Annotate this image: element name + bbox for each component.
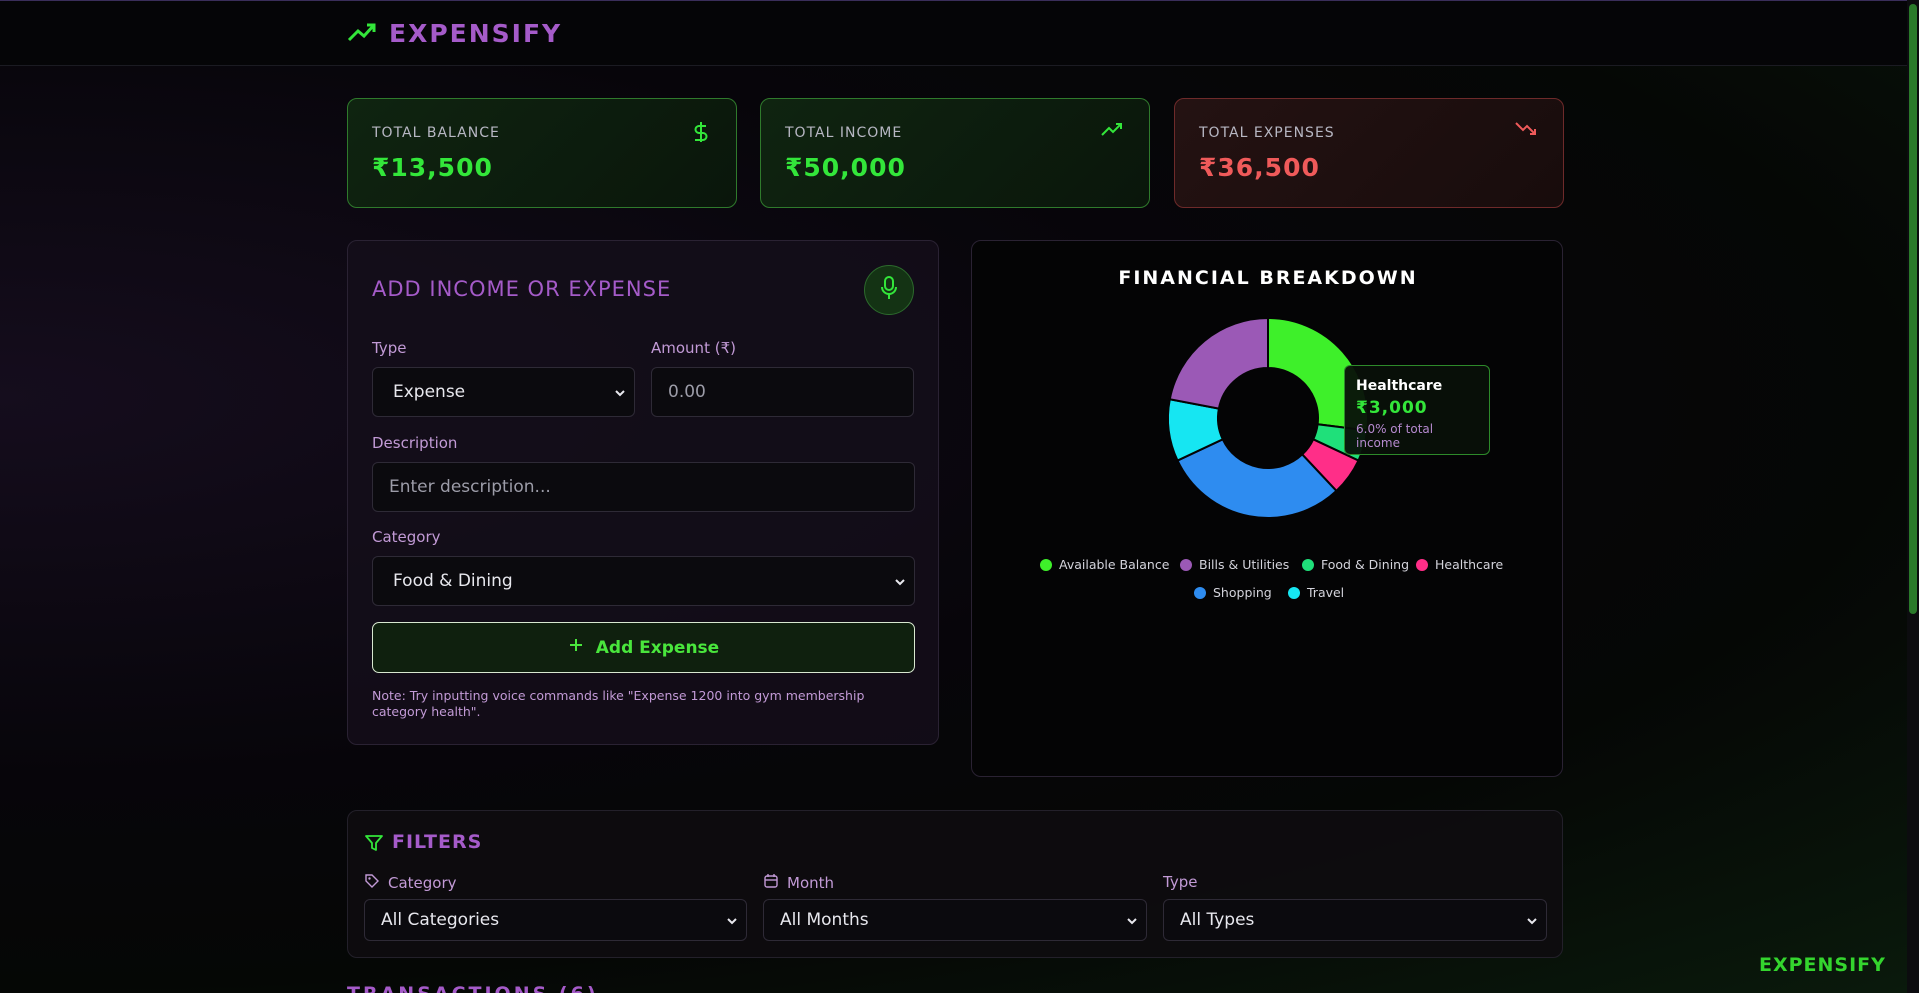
total-income-card: TOTAL INCOME ₹50,000 (760, 98, 1150, 208)
type-filter-value: All Types (1180, 910, 1255, 930)
trending-up-icon (347, 21, 377, 47)
voice-input-button[interactable] (864, 265, 914, 315)
description-input[interactable]: Enter description... (372, 462, 915, 512)
filter-category-label: Category (364, 873, 457, 893)
type-value: Expense (393, 382, 466, 402)
legend-swatch (1288, 586, 1300, 599)
chevron-down-icon (726, 913, 738, 933)
filter-type-text: Type (1163, 873, 1198, 891)
stat-label: TOTAL INCOME (785, 125, 903, 141)
type-filter-select[interactable]: All Types (1163, 899, 1547, 941)
financial-breakdown-card: FINANCIAL BREAKDOWN Healthcare ₹3,000 6.… (971, 240, 1563, 777)
type-select[interactable]: Expense (372, 367, 635, 417)
app-title: EXPENSIFY (389, 19, 563, 48)
legend-item[interactable]: Healthcare (1416, 557, 1503, 572)
legend-item[interactable]: Travel (1288, 585, 1344, 600)
legend-item[interactable]: Bills & Utilities (1180, 557, 1289, 572)
chevron-down-icon (1126, 913, 1138, 933)
stat-value: ₹36,500 (1199, 153, 1320, 182)
total-balance-card: TOTAL BALANCE ₹13,500 (347, 98, 737, 208)
legend-item[interactable]: Food & Dining (1302, 557, 1409, 572)
filter-month-text: Month (787, 874, 835, 892)
stat-value: ₹50,000 (785, 153, 906, 182)
filter-month-label: Month (763, 873, 834, 893)
stat-value: ₹13,500 (372, 153, 493, 182)
brand[interactable]: EXPENSIFY (347, 19, 562, 48)
type-label: Type (372, 339, 407, 357)
legend-swatch (1302, 558, 1314, 571)
filters-panel: FILTERS Category All Categories Month Al… (347, 810, 1563, 958)
transactions-heading: TRANSACTIONS (6) (347, 983, 599, 993)
legend-label: Shopping (1213, 585, 1272, 600)
plus-icon (568, 637, 584, 658)
legend-label: Food & Dining (1321, 557, 1410, 572)
filters-title: FILTERS (392, 831, 483, 853)
month-filter-select[interactable]: All Months (763, 899, 1147, 941)
legend-swatch (1416, 558, 1428, 571)
add-expense-label: Add Expense (595, 637, 720, 658)
legend-swatch (1194, 586, 1206, 599)
legend-item[interactable]: Shopping (1194, 585, 1272, 600)
tooltip-subtitle: 6.0% of total income (1356, 422, 1434, 450)
legend-item[interactable]: Available Balance (1040, 557, 1169, 572)
voice-command-note: Note: Try inputting voice commands like … (372, 688, 865, 719)
legend-swatch (1040, 558, 1052, 571)
filter-category-text: Category (388, 874, 457, 892)
amount-label: Amount (₹) (651, 339, 736, 357)
page-scrollbar[interactable] (1907, 0, 1919, 993)
legend-label: Healthcare (1435, 557, 1504, 572)
chevron-down-icon (894, 574, 906, 594)
form-title: ADD INCOME OR EXPENSE (372, 277, 672, 301)
category-label: Category (372, 528, 441, 546)
category-filter-value: All Categories (381, 910, 500, 930)
tooltip-value: ₹3,000 (1356, 398, 1428, 418)
tooltip-title: Healthcare (1356, 378, 1443, 394)
dollar-icon (692, 121, 710, 147)
microphone-icon (880, 276, 898, 304)
stat-label: TOTAL BALANCE (372, 125, 500, 141)
category-filter-select[interactable]: All Categories (364, 899, 747, 941)
chevron-down-icon (1526, 913, 1538, 933)
month-filter-value: All Months (780, 910, 869, 930)
description-placeholder: Enter description... (389, 477, 551, 497)
tag-icon (364, 873, 380, 893)
category-value: Food & Dining (393, 571, 513, 591)
legend-label: Available Balance (1059, 557, 1170, 572)
amount-input[interactable]: 0.00 (651, 367, 914, 417)
stat-label: TOTAL EXPENSES (1199, 125, 1335, 141)
filter-type-label: Type (1163, 873, 1197, 891)
description-label: Description (372, 434, 458, 452)
chart-tooltip: Healthcare ₹3,000 6.0% of total income (1344, 365, 1490, 455)
category-select[interactable]: Food & Dining (372, 556, 915, 606)
chart-title: FINANCIAL BREAKDOWN (1118, 267, 1418, 289)
footer-brand[interactable]: EXPENSIFY (1759, 954, 1886, 976)
add-expense-button[interactable]: Add Expense (372, 622, 915, 673)
calendar-icon (763, 873, 779, 893)
legend-label: Travel (1307, 585, 1345, 600)
pie-slice-bills-utilities[interactable] (1168, 316, 1269, 410)
chevron-down-icon (614, 385, 626, 405)
total-expenses-card: TOTAL EXPENSES ₹36,500 (1174, 98, 1564, 208)
trending-down-icon (1515, 121, 1537, 141)
scrollbar-thumb[interactable] (1909, 4, 1917, 614)
filter-icon (364, 833, 384, 857)
top-navbar: EXPENSIFY (0, 0, 1919, 66)
trending-up-icon (1101, 121, 1123, 141)
legend-swatch (1180, 558, 1192, 571)
amount-placeholder: 0.00 (668, 382, 706, 402)
legend-label: Bills & Utilities (1199, 557, 1290, 572)
